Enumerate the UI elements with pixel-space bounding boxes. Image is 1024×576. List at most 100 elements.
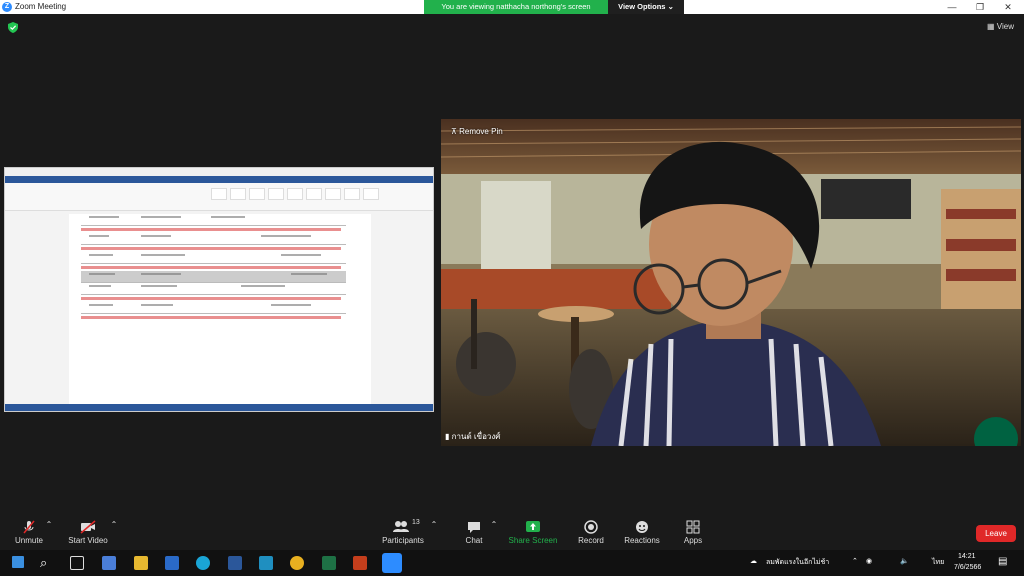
share-message: You are viewing natthacha northong's scr… [424,0,608,14]
weather-text[interactable]: ลมพัดแรงในอีกไม่ช้า [766,557,829,568]
app-icon[interactable] [259,556,273,570]
window-title: Zoom Meeting [15,2,67,11]
clock-date[interactable]: 7/6/2566 [954,564,981,571]
volume-icon[interactable]: 🔈 [900,557,909,565]
chat-options-caret[interactable]: ⌃ [490,520,498,529]
tray-chevron-icon[interactable]: ⌃ [852,557,858,565]
word-status-bar [5,404,433,411]
table-row [81,314,346,321]
reactions-button[interactable]: Reactions [622,520,662,545]
network-icon[interactable]: ◉ [866,557,872,565]
word-title-bar [5,168,433,176]
meeting-toolbar: Unmute ⌃ Start Video ⌃ Participants 13 ⌃… [0,515,1024,550]
table-row [81,302,346,314]
table-row [81,264,346,271]
zoom-taskbar-icon[interactable] [382,553,402,573]
document-table [81,214,346,321]
record-icon [584,520,598,534]
chevron-down-icon: ⌄ [667,2,674,11]
style-swatch [344,188,360,200]
table-row [81,252,346,264]
view-options-button[interactable]: View Options ⌄ [608,0,684,14]
table-row [81,233,346,245]
pin-icon: ⊼ [451,127,457,136]
video-options-caret[interactable]: ⌃ [110,520,118,529]
word-ribbon [5,183,433,211]
style-swatch [287,188,303,200]
style-swatch [211,188,227,200]
view-label: View [996,22,1014,31]
clock-time[interactable]: 14:21 [958,553,976,560]
chat-button[interactable]: Chat [462,520,486,545]
task-view-icon[interactable] [70,556,84,570]
language-indicator[interactable]: ไทย [932,557,944,568]
record-label: Record [578,536,604,545]
windows-taskbar: ⌕ ☁ ลมพัดแรงในอีกไม่ช้า ⌃ ◉ 🔈 ไทย 14:21 … [0,550,1024,576]
style-swatch [306,188,322,200]
apps-icon [686,520,700,534]
record-button[interactable]: Record [574,520,608,545]
audio-options-caret[interactable]: ⌃ [45,520,53,529]
participant-name: กานต์ เขื่อวงศ์ [451,432,501,441]
style-swatch [363,188,379,200]
leave-button[interactable]: Leave [976,525,1016,542]
remove-pin-label: Remove Pin [459,127,503,136]
chrome-icon[interactable] [290,556,304,570]
table-row [81,245,346,252]
mail-icon[interactable] [165,556,179,570]
table-row [81,226,346,233]
document-page [69,214,371,404]
share-screen-label: Share Screen [508,536,558,545]
participants-icon [393,521,409,532]
table-row [81,214,346,226]
table-row [81,283,346,295]
search-icon[interactable]: ⌕ [40,556,54,570]
style-swatch [268,188,284,200]
video-pane[interactable]: ⊼ Remove Pin ▮ กานต์ เขื่อวงศ์ [441,119,1021,446]
close-button[interactable]: ✕ [994,0,1022,14]
word-ribbon-tabs [5,176,433,183]
participants-count: 13 [412,519,420,526]
excel-icon[interactable] [322,556,336,570]
title-bar: Z Zoom Meeting You are viewing natthacha… [0,0,1024,14]
minimize-button[interactable]: — [938,0,966,14]
file-explorer-icon[interactable] [134,556,148,570]
style-swatch [249,188,265,200]
view-button[interactable]: ▦ View [987,22,1014,31]
mic-muted-icon [23,520,35,534]
reactions-label: Reactions [624,536,660,545]
restore-button[interactable]: ❐ [966,0,994,14]
chat-label: Chat [465,536,483,545]
chat-icon [468,522,480,533]
unmute-button[interactable]: Unmute [14,520,44,545]
apps-button[interactable]: Apps [680,520,706,545]
start-video-button[interactable]: Start Video [66,520,110,545]
start-video-label: Start Video [68,536,108,545]
participants-label: Participants [382,536,424,545]
style-swatch [230,188,246,200]
zoom-logo-icon: Z [2,2,12,12]
powerpoint-icon[interactable] [353,556,367,570]
table-row [81,295,346,302]
weather-icon: ☁ [750,558,757,565]
participants-options-caret[interactable]: ⌃ [430,520,438,529]
meeting-area: ▦ View ⊼ Remove Pin ▮ กานต์ เขื่อวงศ์ [0,14,1024,515]
shield-icon [8,22,18,33]
grid-icon: ▦ [987,22,995,31]
word-icon[interactable] [228,556,242,570]
table-row [81,271,346,283]
apps-label: Apps [683,536,703,545]
reactions-icon [636,521,648,533]
shared-screen[interactable] [4,167,434,412]
video-off-icon [80,520,96,534]
windows-start-icon[interactable] [12,556,24,568]
share-screen-button[interactable]: Share Screen [508,520,558,545]
participant-name-tag: ▮ กานต์ เขื่อวงศ์ [445,430,500,443]
unmute-label: Unmute [14,536,43,545]
share-banner: You are viewing natthacha northong's scr… [424,0,684,14]
remove-pin-button[interactable]: ⊼ Remove Pin [451,127,503,136]
edge-icon[interactable] [196,556,210,570]
store-icon[interactable] [102,556,116,570]
notification-icon[interactable]: ▤ [998,556,1007,567]
share-screen-icon [526,521,540,532]
